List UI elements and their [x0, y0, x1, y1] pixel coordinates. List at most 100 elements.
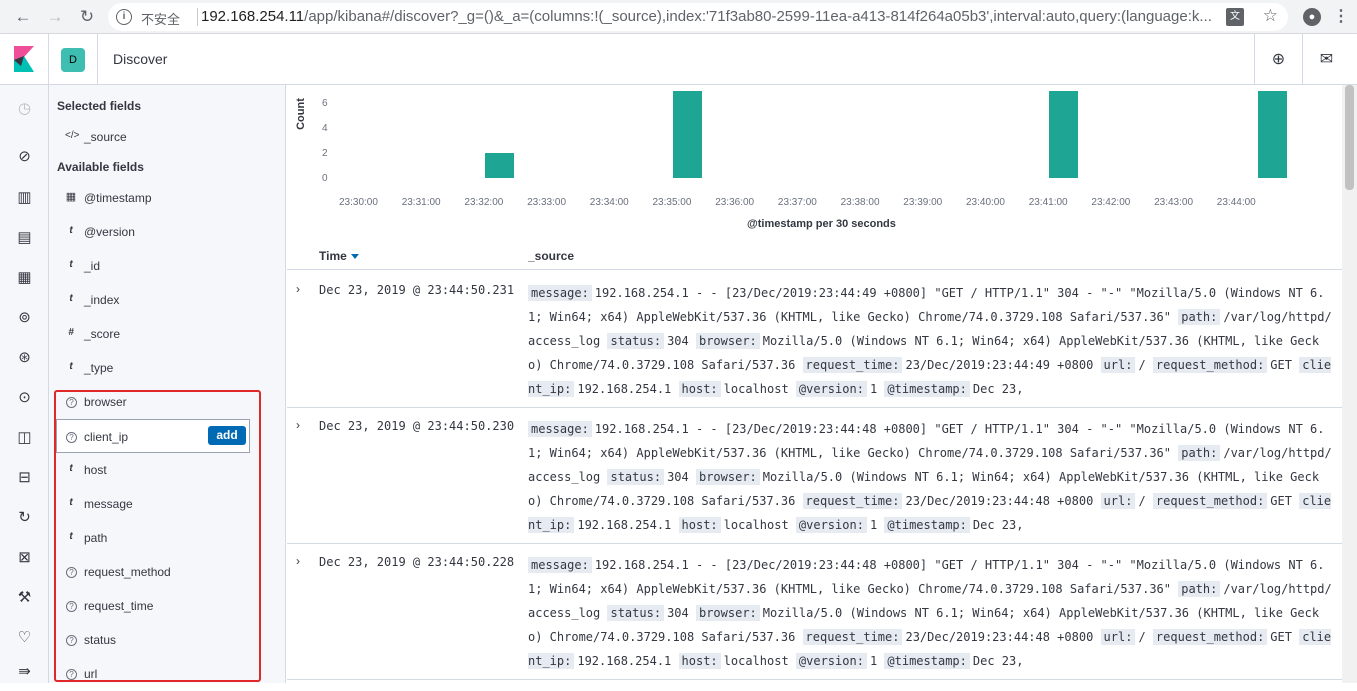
bookmark-star-icon[interactable]: ☆ [1263, 6, 1278, 26]
divider [48, 34, 49, 85]
field-item-type[interactable]: t _type [57, 351, 287, 385]
field-item-score[interactable]: # _score [57, 317, 287, 351]
field-key: path: [1178, 445, 1221, 461]
maps-icon[interactable]: ⊚ [0, 306, 49, 330]
histogram-bar[interactable] [484, 153, 514, 178]
histogram-bar[interactable] [1049, 90, 1079, 178]
field-item[interactable]: </> _source [57, 120, 287, 154]
field-key: url: [1100, 629, 1136, 645]
info-icon[interactable]: i [116, 9, 132, 25]
space-avatar[interactable]: D [61, 48, 85, 72]
url-text[interactable]: 192.168.254.11/app/kibana#/discover?_g=(… [201, 8, 1221, 25]
visualize-icon[interactable]: ▥ [0, 186, 49, 210]
expand-row-icon[interactable]: › [296, 418, 300, 432]
scrollbar-thumb[interactable] [1345, 85, 1354, 190]
kibana-header: D Discover ⊕ ✉ [0, 34, 1357, 85]
monitoring-icon[interactable]: ♡ [0, 626, 49, 650]
source-column-header: _source [528, 249, 575, 263]
x-tick-label: 23:35:00 [652, 197, 692, 208]
x-tick-label: 23:42:00 [1091, 197, 1131, 208]
siem-icon[interactable]: ⊠ [0, 546, 49, 570]
field-key: request_method: [1152, 357, 1268, 373]
field-name: _type [84, 361, 114, 375]
field-key: host: [678, 381, 721, 397]
field-key: message: [528, 557, 592, 573]
back-icon[interactable]: ← [12, 6, 34, 28]
table-row[interactable]: › Dec 23, 2019 @ 23:44:50.228 message: 192.… [287, 544, 1342, 680]
y-tick-label: 2 [322, 148, 328, 159]
kibana-logo-icon[interactable] [12, 46, 36, 72]
browser-toolbar: ← → ↻ i 不安全 192.168.254.11/app/kibana#/d… [0, 0, 1357, 34]
field-name: @timestamp [84, 191, 152, 205]
ml-icon[interactable]: ⊛ [0, 346, 49, 370]
field-key: request_time: [802, 357, 903, 373]
histogram-bar[interactable] [673, 90, 702, 178]
profile-icon[interactable]: ● [1303, 8, 1321, 26]
field-item-id[interactable]: t _id [57, 249, 287, 283]
field-item-timestamp[interactable]: ▦ @timestamp [57, 181, 287, 215]
apm-icon[interactable]: ⊟ [0, 466, 49, 490]
infra-icon[interactable]: ⊙ [0, 386, 49, 410]
x-axis-label: @timestamp per 30 seconds [747, 218, 896, 230]
divider [197, 8, 198, 26]
x-tick-label: 23:37:00 [777, 197, 817, 208]
expand-row-icon[interactable]: › [296, 282, 300, 296]
app-nav: ◷ ⊘ ▥ ▤ ▦ ⊚ ⊛ ⊙ ◫ ⊟ ↻ ⊠ ⚒ ♡ ⇛ [0, 85, 49, 683]
field-key: @timestamp: [884, 517, 970, 533]
discover-icon[interactable]: ⊘ [0, 145, 49, 169]
x-tick-label: 23:38:00 [840, 197, 880, 208]
dev-tools-icon[interactable]: ⚒ [0, 586, 49, 610]
x-tick-label: 23:40:00 [966, 197, 1005, 208]
expand-row-icon[interactable]: › [296, 554, 300, 568]
field-item-version[interactable]: t @version [57, 215, 287, 249]
histogram-bar[interactable] [1258, 90, 1287, 178]
x-tick-label: 23:31:00 [401, 197, 441, 208]
mail-icon[interactable]: ✉ [1302, 34, 1350, 85]
canvas-icon[interactable]: ▦ [0, 266, 49, 290]
address-bar[interactable]: i 不安全 192.168.254.11/app/kibana#/discove… [108, 3, 1288, 31]
string-type-icon: t [69, 293, 73, 304]
collapse-nav-icon[interactable]: ⇛ [0, 660, 49, 684]
string-type-icon: t [69, 225, 73, 236]
forward-icon[interactable]: → [44, 6, 66, 28]
time-column-header[interactable]: Time [319, 249, 359, 263]
x-tick-label: 23:43:00 [1154, 197, 1194, 208]
table-row[interactable]: › Dec 23, 2019 @ 23:44:50.230 message: 192.… [287, 408, 1342, 544]
menu-icon[interactable]: ⋮ [1333, 6, 1349, 26]
field-key: @timestamp: [884, 381, 970, 397]
field-key: status: [607, 605, 665, 621]
field-name: _id [84, 259, 101, 273]
field-key: @version: [795, 381, 867, 397]
field-key: request_method: [1152, 493, 1268, 509]
translate-icon[interactable]: 文 [1226, 8, 1244, 26]
scrollbar[interactable] [1342, 85, 1357, 683]
field-key: @timestamp: [884, 653, 970, 669]
field-key: request_time: [802, 629, 903, 645]
breadcrumb: Discover [113, 51, 168, 67]
dashboard-icon[interactable]: ▤ [0, 226, 49, 250]
help-icon[interactable]: ⊕ [1254, 34, 1302, 85]
uptime-icon[interactable]: ↻ [0, 506, 49, 530]
field-key: host: [678, 653, 721, 669]
reload-icon[interactable]: ↻ [76, 6, 98, 28]
source-type-icon: </> [65, 130, 80, 141]
field-name: _index [84, 293, 120, 307]
table-row[interactable]: › Dec 23, 2019 @ 23:44:50.231 message: 192.… [287, 272, 1342, 408]
x-tick-label: 23:33:00 [527, 197, 567, 208]
available-fields-title: Available fields [57, 160, 144, 174]
row-source: message: 192.168.254.1 - - [23/Dec/2019:2… [528, 557, 1332, 669]
field-key: status: [607, 333, 665, 349]
x-tick-label: 23:39:00 [903, 197, 943, 208]
field-key: url: [1100, 357, 1136, 373]
field-name: _source [84, 130, 127, 144]
recent-icon[interactable]: ◷ [0, 97, 49, 121]
sort-desc-icon[interactable] [350, 254, 359, 260]
field-key: browser: [695, 469, 760, 485]
field-key: request_time: [802, 493, 903, 509]
field-key: path: [1178, 581, 1221, 597]
field-key: path: [1178, 309, 1221, 325]
x-tick-label: 23:44:00 [1216, 197, 1256, 208]
field-item-index[interactable]: t _index [57, 283, 287, 317]
x-tick-label: 23:34:00 [589, 197, 629, 208]
logs-icon[interactable]: ◫ [0, 426, 49, 450]
